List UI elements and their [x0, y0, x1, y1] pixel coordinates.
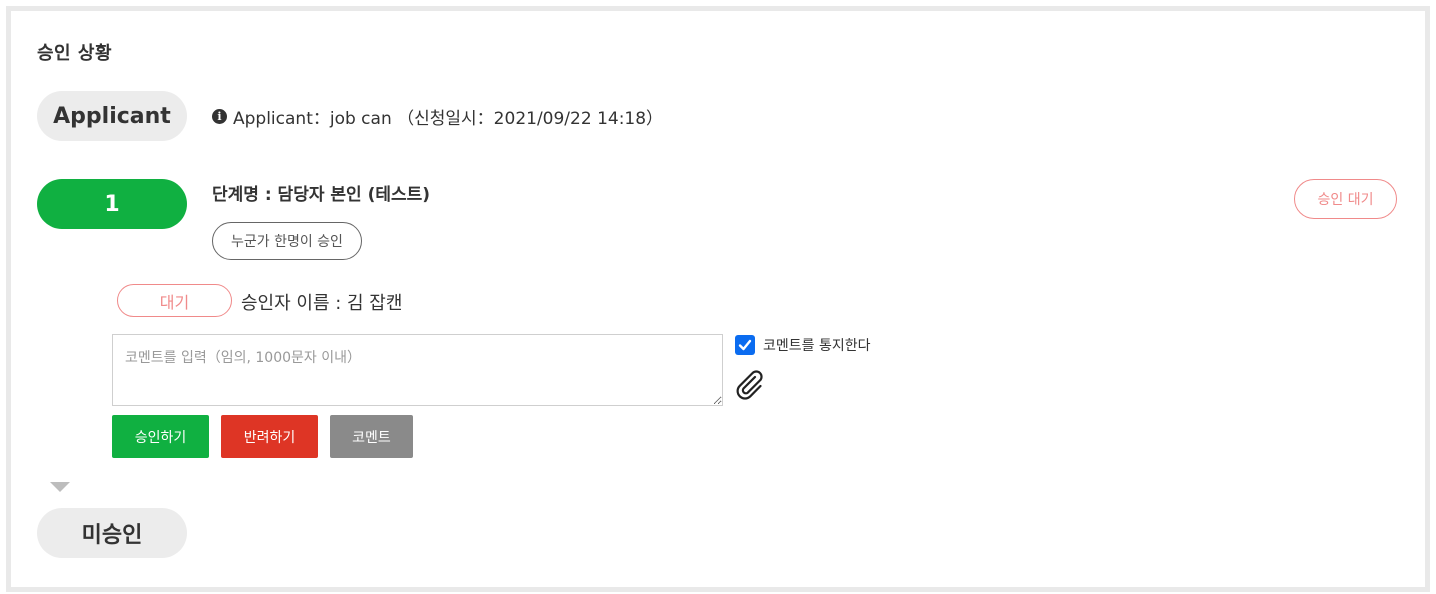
unapproved-pill: 미승인	[37, 508, 187, 558]
approval-rule-badge: 누군가 한명이 승인	[212, 222, 362, 260]
applicant-info-text: Applicant：job can （신청일시：2021/09/22 14:18…	[233, 109, 664, 129]
paperclip-icon[interactable]	[733, 368, 767, 402]
approve-button[interactable]: 승인하기	[112, 415, 209, 458]
step-status-badge: 승인 대기	[1294, 179, 1397, 219]
applicant-pill: Applicant	[37, 91, 187, 141]
step-number-pill: 1	[37, 179, 187, 229]
reject-button[interactable]: 반려하기	[221, 415, 318, 458]
info-circle-icon: i	[212, 109, 227, 124]
notify-checkbox[interactable]	[735, 335, 755, 355]
applicant-info: i Applicant：job can （신청일시：2021/09/22 14:…	[212, 104, 663, 129]
approver-status-badge: 대기	[117, 284, 232, 317]
caret-down-icon	[50, 482, 70, 492]
comment-input[interactable]	[112, 334, 723, 406]
section-title: 승인 상황	[37, 43, 113, 64]
approver-name: 승인자 이름 : 김 잡캔	[241, 293, 403, 314]
notify-label: 코멘트를 통지한다	[763, 338, 871, 354]
step-name: 단계명 : 담당자 본인 (테스트)	[212, 185, 431, 205]
check-icon	[738, 339, 752, 351]
notify-comment-row[interactable]: 코멘트를 통지한다	[735, 335, 871, 355]
comment-button[interactable]: 코멘트	[330, 415, 413, 458]
